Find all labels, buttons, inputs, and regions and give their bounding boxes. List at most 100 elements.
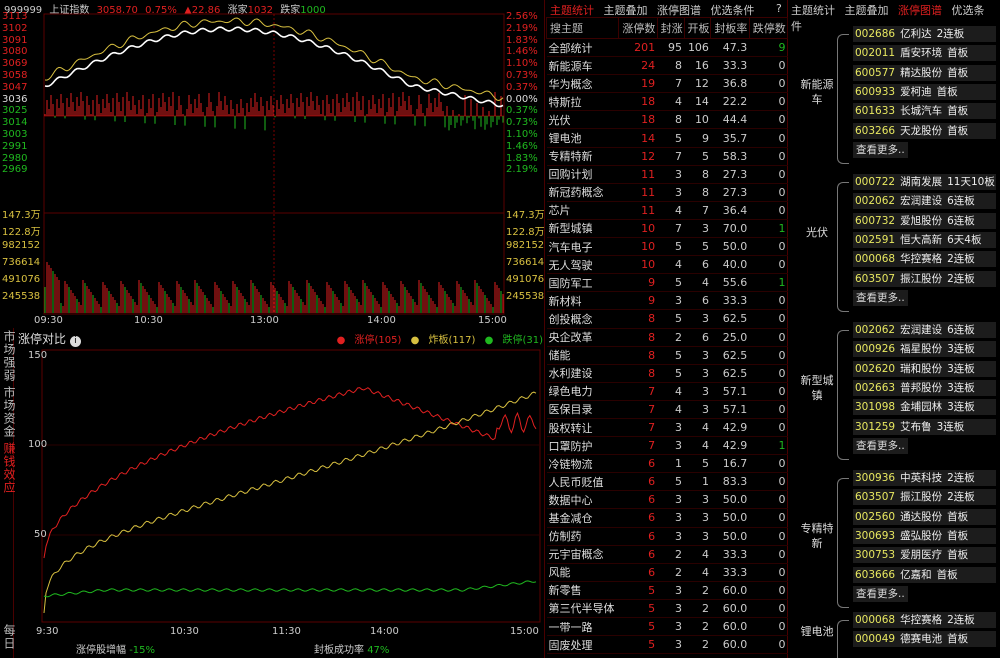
vol-tick-right: 122.8万 [506, 227, 545, 238]
stock-item[interactable]: 600732 爱旭股份 6连板 [853, 212, 996, 229]
col-header[interactable]: 封板率 [710, 17, 750, 39]
table-row[interactable]: 芯片 11 4 7 36.4 0 [546, 201, 788, 220]
price-tick-right: 0.73% [506, 117, 538, 129]
down-count: 0 [749, 527, 788, 546]
table-row[interactable]: 固废处理 5 3 2 60.0 0 [546, 635, 788, 655]
table-row[interactable]: 无人驾驶 10 4 6 40.0 0 [546, 255, 788, 275]
tab-theme-overlay[interactable]: 主题叠加 [604, 4, 648, 17]
table-row[interactable]: 仿制药 6 3 3 50.0 0 [546, 527, 788, 546]
table-row[interactable]: 新零售 5 3 2 60.0 0 [546, 581, 788, 600]
col-header[interactable]: 跌停数 [748, 17, 789, 39]
tab-limit-map[interactable]: 涨停图谱 [657, 4, 701, 17]
stock-item[interactable]: 000068 华控赛格 2连板 [853, 612, 996, 628]
price-tick-right: 2.19% [506, 22, 538, 34]
sealed: 3 [657, 635, 685, 655]
table-row[interactable]: 央企改革 8 2 6 25.0 0 [546, 328, 788, 347]
table-row[interactable]: 创投概念 8 5 3 62.5 0 [546, 309, 788, 329]
table-row[interactable]: 汽车电子 10 5 5 50.0 0 [546, 237, 788, 257]
table-row[interactable]: 锂电池 14 5 9 35.7 0 [546, 128, 788, 148]
stock-item[interactable]: 000926 福星股份 3连板 [853, 341, 996, 358]
table-row[interactable]: 元宇宙概念 6 2 4 33.3 0 [546, 545, 788, 564]
seal-rate: 50.0 [710, 490, 750, 510]
stock-item[interactable]: 600933 爱柯迪 首板 [853, 83, 996, 100]
stock-item[interactable]: 000068 华控赛格 2连板 [853, 251, 996, 268]
rtab-theme-stats[interactable]: 主题统计 [791, 4, 835, 17]
col-header[interactable]: 涨停数 [618, 17, 658, 39]
stock-item[interactable]: 300753 爱朋医疗 首板 [853, 547, 996, 564]
stock-item[interactable]: 601633 长城汽车 首板 [853, 103, 996, 120]
opened: 4 [684, 273, 711, 293]
stock-item[interactable]: 002591 恒大高新 6天4板 [853, 231, 996, 248]
rtab-theme-overlay[interactable]: 主题叠加 [845, 4, 889, 17]
show-more-link[interactable]: 查看更多.. [853, 585, 908, 602]
table-row[interactable]: 股权转让 7 3 4 42.9 0 [546, 418, 788, 438]
stock-item[interactable]: 300936 中英科技 2连板 [853, 470, 996, 486]
table-row[interactable]: 特斯拉 18 4 14 22.2 0 [546, 92, 788, 112]
stock-item[interactable]: 002686 亿利达 2连板 [853, 26, 996, 42]
table-row[interactable]: 储能 8 5 3 62.5 0 [546, 346, 788, 365]
col-header[interactable]: 搜主题 [545, 17, 620, 39]
show-more-link[interactable]: 查看更多.. [853, 289, 908, 306]
table-row[interactable]: 绿色电力 7 4 3 57.1 0 [546, 382, 788, 401]
theme-name: 冷链物流 [546, 454, 619, 474]
table-row[interactable]: 华为概念 19 7 12 36.8 0 [546, 74, 788, 94]
opened: 3 [684, 508, 711, 528]
table-row[interactable]: 新型城镇 10 7 3 70.0 1 [546, 219, 788, 239]
sealed: 3 [657, 599, 685, 619]
group-bracket [837, 330, 849, 460]
price-tick-right: 2.19% [506, 164, 538, 176]
tab-filter[interactable]: 优选条件 [711, 4, 755, 17]
tab-theme-stats[interactable]: 主题统计 [550, 4, 594, 17]
stock-item[interactable]: 000049 德赛电池 首板 [853, 631, 996, 648]
table-row[interactable]: 新能源车 24 8 16 33.3 0 [546, 56, 788, 76]
table-row[interactable]: 基金减仓 6 3 3 50.0 0 [546, 508, 788, 528]
table-row[interactable]: 全部统计 201 95 106 47.3 9 [546, 38, 788, 58]
stock-item[interactable]: 603507 振江股份 2连板 [853, 270, 996, 287]
table-row[interactable]: 一带一路 5 3 2 60.0 0 [546, 617, 788, 637]
stock-item[interactable]: 002062 宏润建设 6连板 [853, 193, 996, 210]
show-more-link[interactable]: 查看更多.. [853, 437, 908, 454]
show-more-link[interactable]: 查看更多.. [853, 141, 908, 158]
table-row[interactable]: 专精特新 12 7 5 58.3 0 [546, 147, 788, 166]
table-row[interactable]: 风能 6 2 4 33.3 0 [546, 563, 788, 582]
table-row[interactable]: 人民币贬值 6 5 1 83.3 0 [546, 472, 788, 492]
table-row[interactable]: 口罩防护 7 3 4 42.9 1 [546, 436, 788, 456]
table-row[interactable]: 第三代半导体 5 3 2 60.0 0 [546, 599, 788, 619]
stock-item[interactable]: 600577 精达股份 首板 [853, 64, 996, 81]
seal-rate: 62.5 [710, 346, 750, 365]
table-row[interactable]: 光伏 18 8 10 44.4 0 [546, 110, 788, 130]
seal-rate: 57.1 [710, 400, 750, 419]
group-bracket [837, 620, 849, 658]
stock-item[interactable]: 002560 通达股份 首板 [853, 508, 996, 525]
theme-name: 芯片 [546, 201, 619, 220]
col-header[interactable]: 开板 [683, 17, 712, 39]
table-row[interactable]: 新材料 9 3 6 33.3 0 [546, 291, 788, 311]
stock-item[interactable]: 002011 盾安环境 首板 [853, 45, 996, 62]
stock-item[interactable]: 002062 宏润建设 6连板 [853, 322, 996, 338]
stock-item[interactable]: 300693 盛弘股份 首板 [853, 527, 996, 544]
stock-item[interactable]: 603507 振江股份 2连板 [853, 489, 996, 506]
table-row[interactable]: 新冠药概念 11 3 8 27.3 0 [546, 183, 788, 202]
col-header[interactable]: 封涨 [656, 17, 685, 39]
table-row[interactable]: 水利建设 8 5 3 62.5 0 [546, 364, 788, 383]
stock-item[interactable]: 002663 普邦股份 3连板 [853, 379, 996, 396]
stock-code: 300753 [855, 549, 896, 562]
help-icon[interactable]: ? [776, 2, 782, 15]
stock-item[interactable]: 301098 金埔园林 3连板 [853, 399, 996, 416]
stock-tag: 首板 [947, 549, 969, 562]
stock-item[interactable]: 000722 湖南发展 11天10板 [853, 174, 996, 190]
stock-item[interactable]: 603666 亿嘉和 首板 [853, 566, 996, 583]
intraday-chart[interactable]: 999999 上证指数 3058.70 0.75% ▲22.86 涨家1032 … [0, 0, 545, 328]
table-row[interactable]: 国防军工 9 5 4 55.6 1 [546, 273, 788, 293]
opened: 2 [684, 581, 711, 600]
table-row[interactable]: 数据中心 6 3 3 50.0 0 [546, 490, 788, 510]
theme-name: 储能 [546, 346, 619, 365]
stock-item[interactable]: 603266 天龙股份 首板 [853, 122, 996, 139]
table-row[interactable]: 医保目录 7 4 3 57.1 0 [546, 400, 788, 419]
foot-success: 封板成功率 47% [314, 641, 389, 656]
table-row[interactable]: 冷链物流 6 1 5 16.7 0 [546, 454, 788, 474]
table-row[interactable]: 回购计划 11 3 8 27.3 0 [546, 165, 788, 184]
rtab-limit-map[interactable]: 涨停图谱 [898, 4, 942, 17]
stock-item[interactable]: 301259 艾布鲁 3连板 [853, 418, 996, 435]
stock-item[interactable]: 002620 瑞和股份 3连板 [853, 360, 996, 377]
